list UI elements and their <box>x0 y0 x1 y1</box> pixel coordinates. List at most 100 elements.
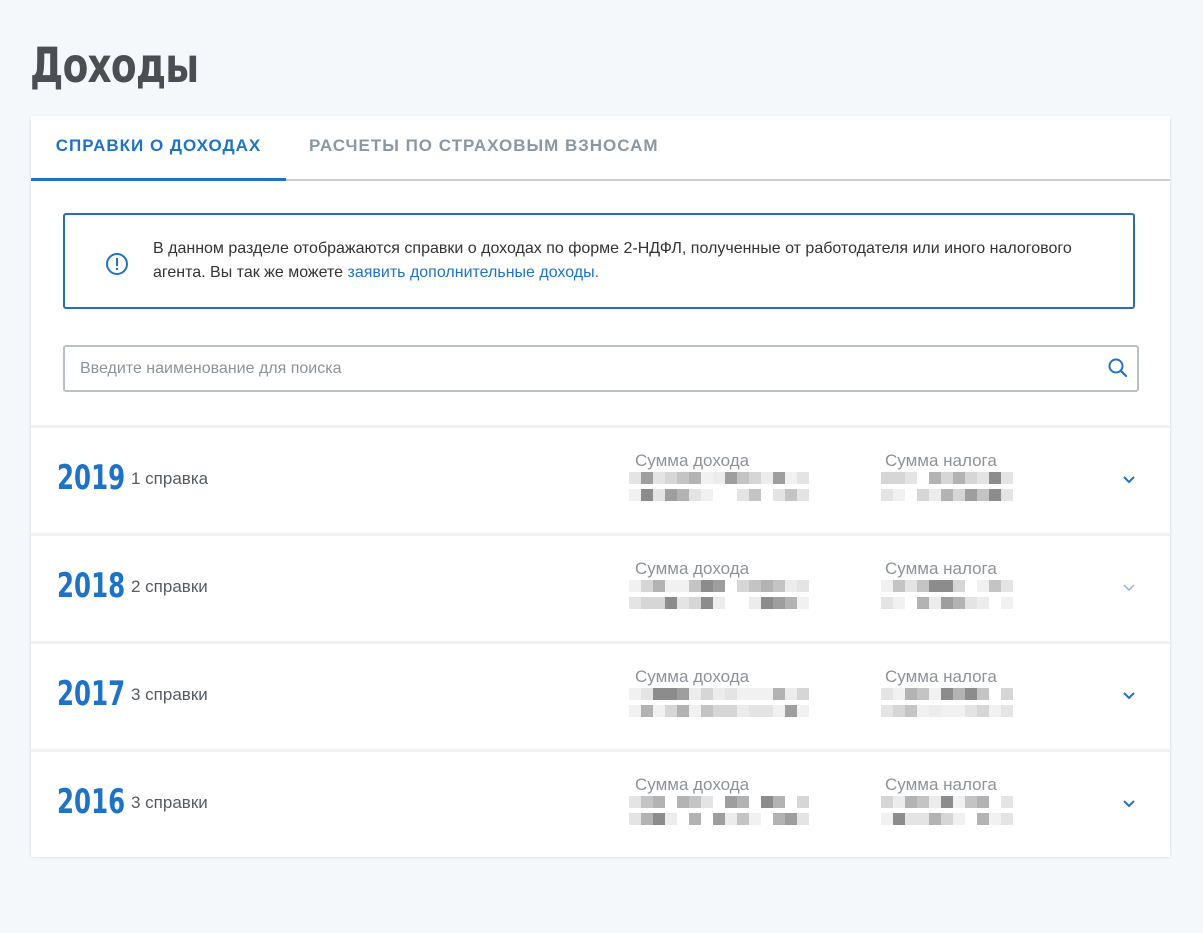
redaction-pixel <box>653 688 665 700</box>
redaction-pixel <box>893 472 905 484</box>
tax-sum-label: Сумма налога <box>885 559 997 578</box>
redaction-pixel <box>749 597 761 609</box>
redaction-pixel <box>1001 813 1013 825</box>
redaction-pixel <box>773 813 785 825</box>
redaction-pixel <box>797 688 809 700</box>
info-icon <box>106 253 128 275</box>
redaction-pixel <box>785 489 797 501</box>
redaction-pixel <box>701 688 713 700</box>
redaction-pixel <box>953 580 965 592</box>
redaction-pixel <box>881 472 893 484</box>
tax-sum-redacted <box>881 796 1013 830</box>
year-row-2017[interactable]: 2017 3 справки Сумма дохода Сумма налога <box>31 641 1170 749</box>
redaction-pixel <box>797 796 809 808</box>
redaction-pixel <box>713 580 725 592</box>
redaction-pixel <box>965 580 977 592</box>
redaction-pixel <box>665 705 677 717</box>
year-number: 2017 <box>57 674 126 714</box>
year-row-2019[interactable]: 2019 1 справка Сумма дохода Сумма налога <box>31 425 1170 533</box>
redaction-pixel <box>725 580 737 592</box>
redaction-pixel <box>989 813 1001 825</box>
redaction-pixel <box>641 489 653 501</box>
redaction-pixel <box>653 580 665 592</box>
year-row-2016[interactable]: 2016 3 справки Сумма дохода Сумма налога <box>31 749 1170 857</box>
redaction-pixel <box>785 705 797 717</box>
income-sum-label: Сумма дохода <box>635 775 750 794</box>
redaction-pixel <box>773 580 785 592</box>
redaction-pixel <box>989 796 1001 808</box>
year-row-2018[interactable]: 2018 2 справки Сумма дохода Сумма налога <box>31 533 1170 641</box>
redaction-pixel <box>761 688 773 700</box>
redaction-pixel <box>893 597 905 609</box>
redaction-pixel <box>641 472 653 484</box>
redaction-pixel <box>989 580 1001 592</box>
redaction-pixel <box>977 489 989 501</box>
page-title: Доходы <box>30 38 199 94</box>
redaction-pixel <box>641 796 653 808</box>
year-number: 2019 <box>57 458 126 498</box>
redaction-pixel <box>785 688 797 700</box>
redaction-pixel <box>737 796 749 808</box>
redaction-pixel <box>881 705 893 717</box>
redaction-pixel <box>737 688 749 700</box>
redaction-pixel <box>665 597 677 609</box>
chevron-down-icon[interactable] <box>1121 688 1137 704</box>
redaction-pixel <box>629 489 641 501</box>
search-input[interactable] <box>65 347 1100 390</box>
redaction-pixel <box>665 580 677 592</box>
redaction-pixel <box>713 688 725 700</box>
redaction-pixel <box>641 580 653 592</box>
redaction-pixel <box>629 472 641 484</box>
redaction-pixel <box>965 813 977 825</box>
redaction-pixel <box>989 489 1001 501</box>
redaction-pixel <box>725 705 737 717</box>
redaction-pixel <box>953 688 965 700</box>
redaction-pixel <box>629 688 641 700</box>
redaction-pixel <box>953 813 965 825</box>
redaction-pixel <box>677 705 689 717</box>
redaction-pixel <box>629 796 641 808</box>
redaction-pixel <box>977 472 989 484</box>
redaction-pixel <box>977 796 989 808</box>
redaction-pixel <box>965 597 977 609</box>
tab-insurance-calculations[interactable]: РАСЧЕТЫ ПО СТРАХОВЫМ ВЗНОСАМ <box>309 116 659 179</box>
redaction-pixel <box>653 472 665 484</box>
income-sum-label: Сумма дохода <box>635 451 750 470</box>
certificate-count: 3 справки <box>131 685 208 704</box>
redaction-pixel <box>977 705 989 717</box>
income-sum-redacted <box>629 688 817 722</box>
chevron-down-icon[interactable] <box>1121 796 1137 812</box>
declare-additional-income-link[interactable]: заявить дополнительные доходы. <box>348 264 600 281</box>
redaction-pixel <box>977 597 989 609</box>
redaction-pixel <box>773 472 785 484</box>
redaction-pixel <box>797 705 809 717</box>
redaction-pixel <box>917 705 929 717</box>
redaction-pixel <box>677 489 689 501</box>
redaction-pixel <box>725 597 737 609</box>
redaction-pixel <box>905 813 917 825</box>
redaction-pixel <box>1001 796 1013 808</box>
chevron-down-icon[interactable] <box>1121 580 1137 596</box>
redaction-pixel <box>701 813 713 825</box>
info-text: В данном разделе отображаются справки о … <box>153 237 1113 285</box>
redaction-pixel <box>929 796 941 808</box>
redaction-pixel <box>977 813 989 825</box>
redaction-pixel <box>881 580 893 592</box>
redaction-pixel <box>941 796 953 808</box>
certificate-count: 2 справки <box>131 577 208 596</box>
redaction-pixel <box>929 580 941 592</box>
redaction-pixel <box>665 688 677 700</box>
redaction-pixel <box>905 580 917 592</box>
redaction-pixel <box>989 688 1001 700</box>
chevron-down-icon[interactable] <box>1121 472 1137 488</box>
redaction-pixel <box>905 597 917 609</box>
redaction-pixel <box>725 813 737 825</box>
search-icon[interactable] <box>1107 357 1129 379</box>
redaction-pixel <box>953 705 965 717</box>
redaction-pixel <box>953 597 965 609</box>
redaction-pixel <box>713 489 725 501</box>
redaction-pixel <box>941 688 953 700</box>
tab-income-certificates[interactable]: СПРАВКИ О ДОХОДАХ <box>31 116 286 181</box>
redaction-pixel <box>629 580 641 592</box>
redaction-pixel <box>677 796 689 808</box>
